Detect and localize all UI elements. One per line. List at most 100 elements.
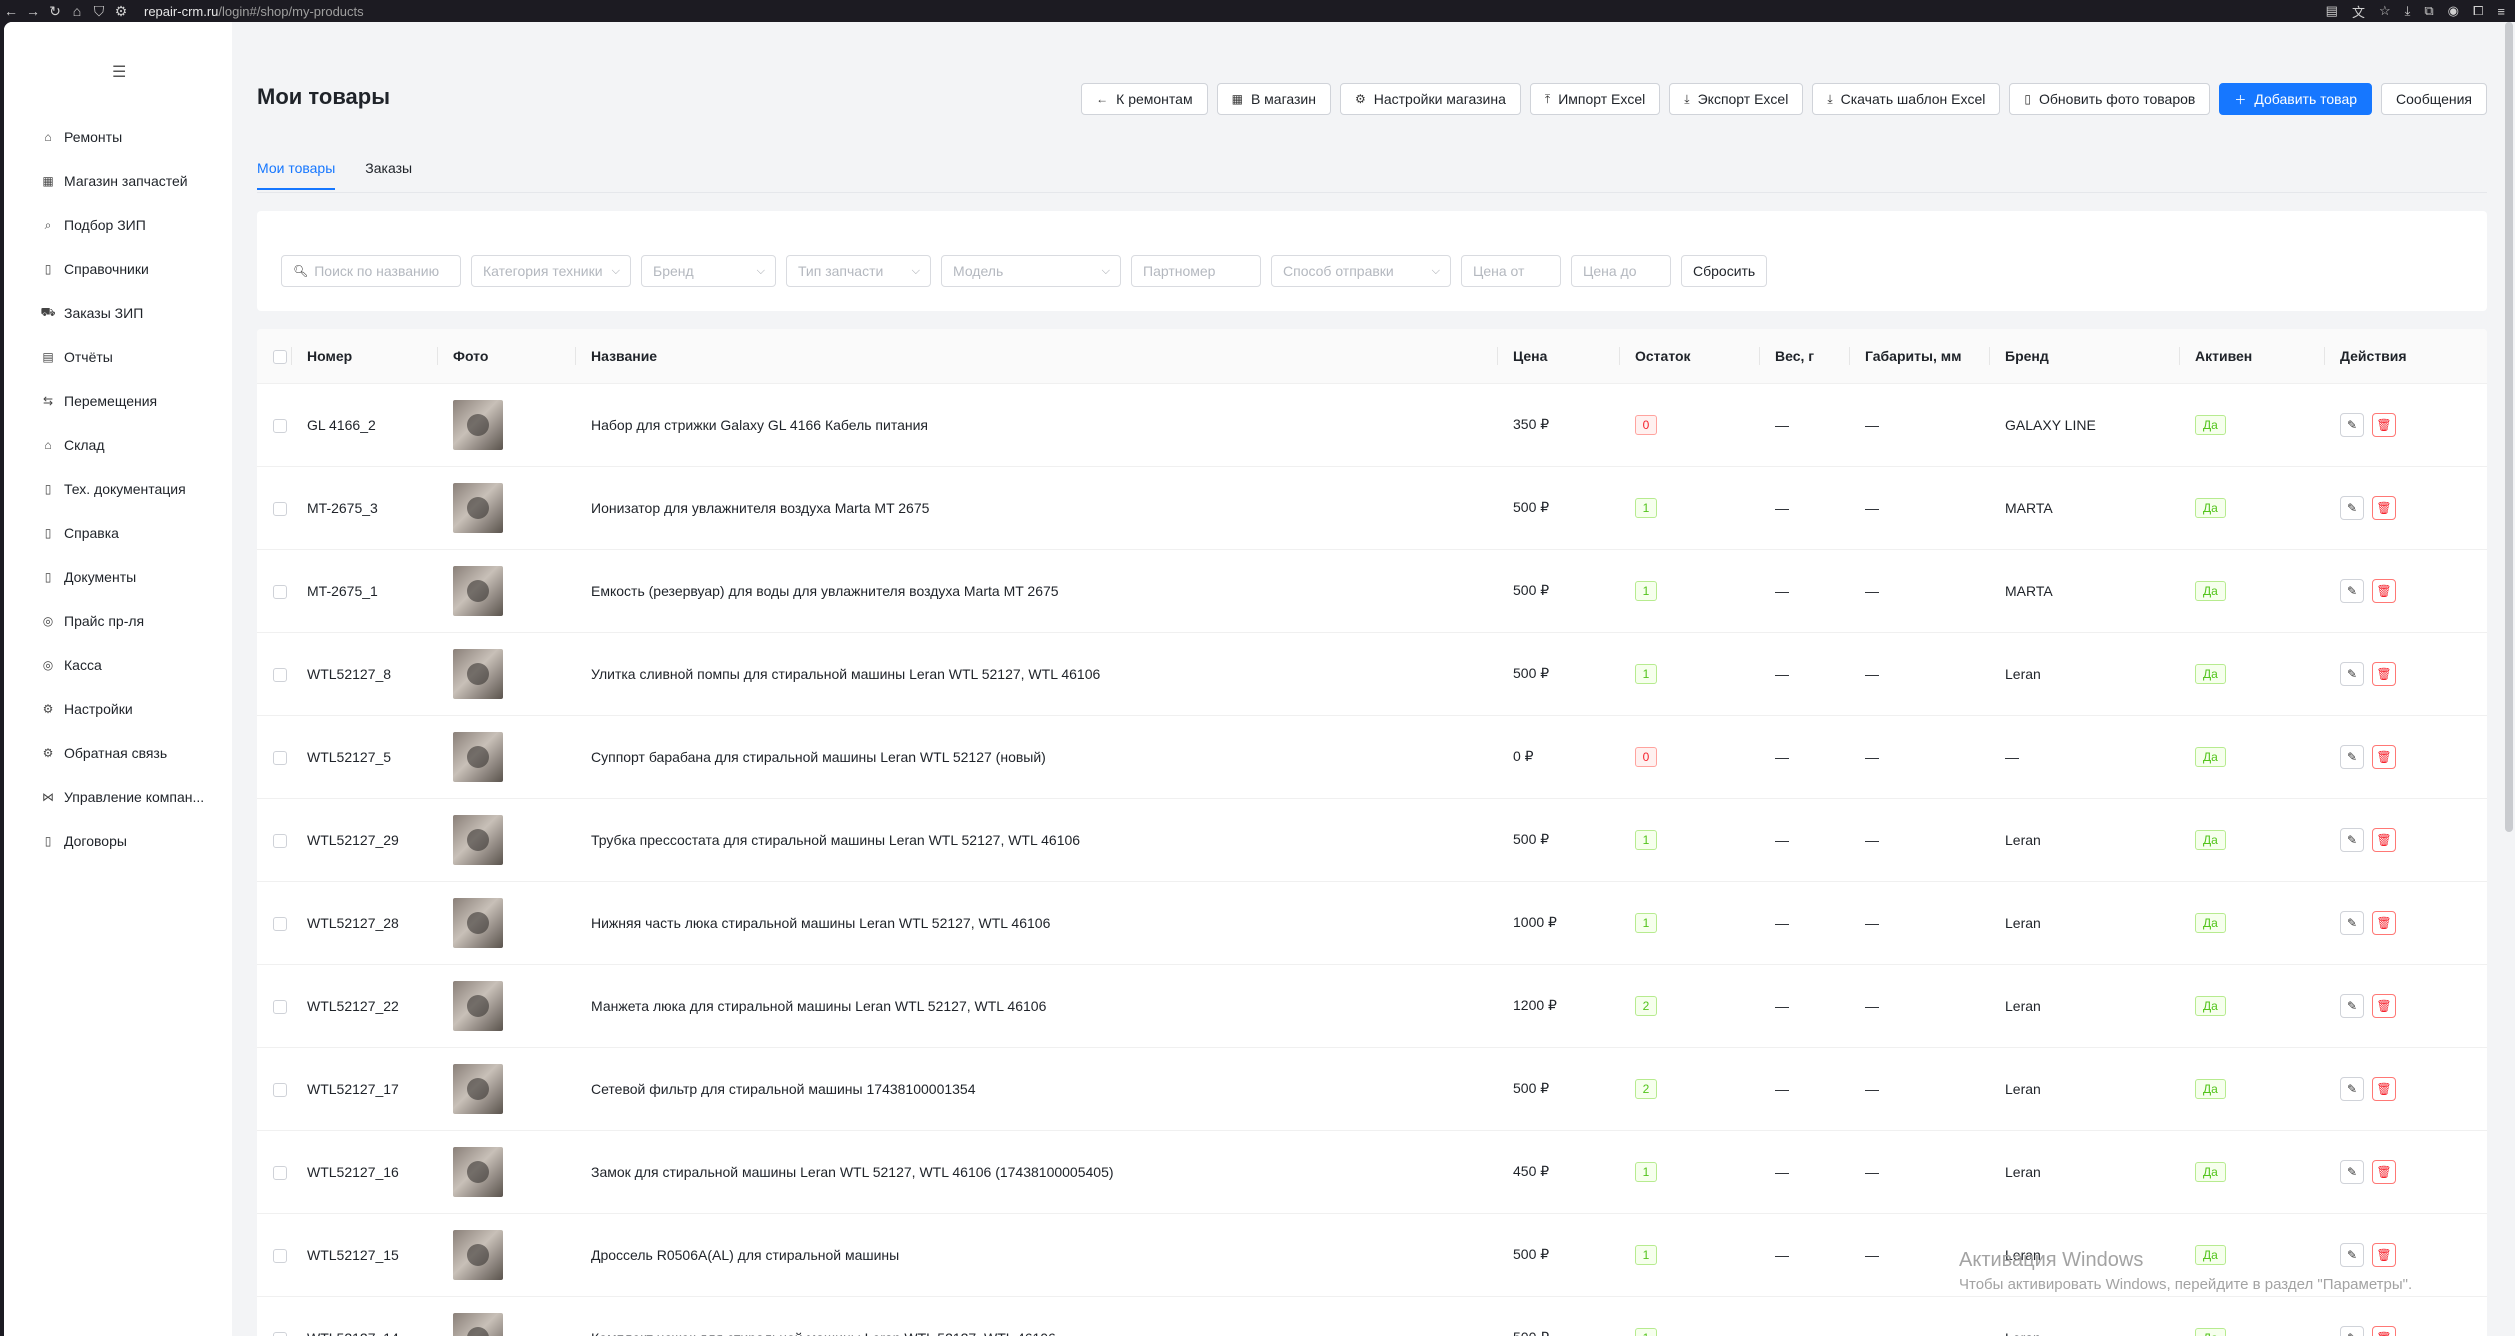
row-checkbox[interactable] [273, 1165, 287, 1180]
col-price[interactable]: Цена [1497, 329, 1619, 384]
table-row[interactable]: MT-2675_1 Емкость (резервуар) для воды д… [257, 549, 2487, 633]
sidebar-item-6[interactable]: ⇆ Перемещения [40, 379, 204, 423]
edit-icon[interactable]: ✎ [2340, 578, 2364, 603]
product-photo[interactable] [453, 1146, 503, 1197]
delete-icon[interactable]: 🗑︎ [2372, 993, 2396, 1018]
edit-icon[interactable]: ✎ [2340, 1325, 2364, 1336]
col-brand[interactable]: Бренд [1989, 329, 2179, 384]
delete-icon[interactable]: 🗑︎ [2372, 1159, 2396, 1184]
row-checkbox[interactable] [273, 1082, 287, 1097]
sidebar-item-5[interactable]: ▤ Отчёты [40, 335, 204, 379]
import-excel-button[interactable]: ⤒ Импорт Excel [1529, 83, 1661, 115]
delete-icon[interactable]: 🗑︎ [2372, 1325, 2396, 1336]
row-checkbox[interactable] [273, 584, 287, 599]
delete-icon[interactable]: 🗑︎ [2372, 744, 2396, 769]
product-photo[interactable] [453, 1312, 503, 1336]
row-checkbox[interactable] [273, 1331, 287, 1336]
delete-icon[interactable]: 🗑︎ [2372, 910, 2396, 935]
table-row[interactable]: GL 4166_2 Набор для стрижки Galaxy GL 41… [257, 383, 2487, 467]
row-checkbox[interactable] [273, 501, 287, 516]
edit-icon[interactable]: ✎ [2340, 412, 2364, 437]
table-row[interactable]: WTL52127_28 Нижняя часть люка стиральной… [257, 881, 2487, 965]
select-all-checkbox[interactable] [273, 349, 287, 364]
row-checkbox[interactable] [273, 750, 287, 765]
row-checkbox[interactable] [273, 667, 287, 682]
product-photo[interactable] [453, 897, 503, 948]
tab-my-products[interactable]: Мои товары [257, 160, 336, 190]
download-icon[interactable]: ⤓ [2405, 3, 2411, 19]
price-from-input[interactable]: Цена от [1461, 255, 1561, 287]
table-row[interactable]: WTL52127_8 Улитка сливной помпы для стир… [257, 632, 2487, 716]
product-photo[interactable] [453, 731, 503, 782]
edit-icon[interactable]: ✎ [2340, 910, 2364, 935]
sidebar-item-2[interactable]: ⌕ Подбор ЗИП [40, 203, 204, 247]
col-stock[interactable]: Остаток [1619, 329, 1759, 384]
price-to-input[interactable]: Цена до [1571, 255, 1671, 287]
sidebar-item-12[interactable]: ◎ Касса [40, 643, 204, 687]
col-number[interactable]: Номер [291, 329, 437, 384]
sidebar-item-13[interactable]: ⚙ Настройки [40, 687, 204, 731]
product-photo[interactable] [453, 1229, 503, 1280]
product-photo[interactable] [453, 482, 503, 533]
menu-icon[interactable]: ≡ [2497, 4, 2505, 19]
sidebar-item-15[interactable]: ⋈ Управление компан... [40, 775, 204, 819]
delete-icon[interactable]: 🗑︎ [2372, 827, 2396, 852]
sidebar-item-11[interactable]: ◎ Прайс пр-ля [40, 599, 204, 643]
row-checkbox[interactable] [273, 418, 287, 433]
table-row[interactable]: WTL52127_22 Манжета люка для стиральной … [257, 964, 2487, 1048]
add-product-button[interactable]: ＋ Добавить товар [2219, 83, 2373, 115]
row-checkbox[interactable] [273, 833, 287, 848]
reload-icon[interactable]: ↻ [44, 3, 66, 20]
sidebar-item-14[interactable]: ⚙ Обратная связь [40, 731, 204, 775]
home-browser-icon[interactable]: ⌂ [66, 3, 88, 19]
col-name[interactable]: Название [575, 329, 1497, 384]
delete-icon[interactable]: 🗑︎ [2372, 412, 2396, 437]
sidebar-item-0[interactable]: ⌂ Ремонты [40, 115, 204, 159]
row-checkbox[interactable] [273, 916, 287, 931]
sidebar-item-1[interactable]: ▦ Магазин запчастей [40, 159, 204, 203]
row-checkbox[interactable] [273, 1248, 287, 1263]
product-photo[interactable] [453, 648, 503, 699]
shield-icon[interactable]: ⛉ [88, 3, 110, 20]
to-repairs-button[interactable]: ← К ремонтам [1081, 83, 1208, 115]
account-icon[interactable]: ◉ [2448, 3, 2459, 19]
model-select[interactable]: Модель ⌵ [941, 255, 1121, 287]
update-photos-button[interactable]: ▯ Обновить фото товаров [2009, 83, 2211, 115]
table-row[interactable]: WTL52127_29 Трубка прессостата для стира… [257, 798, 2487, 882]
extensions-icon[interactable]: ⧠ [2473, 3, 2483, 19]
product-photo[interactable] [453, 399, 503, 450]
bookmark-star-icon[interactable]: ☆ [2379, 3, 2391, 19]
download-template-button[interactable]: ⤓ Скачать шаблон Excel [1812, 83, 2001, 115]
delete-icon[interactable]: 🗑︎ [2372, 1076, 2396, 1101]
shipping-select[interactable]: Способ отправки ⌵ [1271, 255, 1451, 287]
sidebar-item-3[interactable]: ▯ Справочники [40, 247, 204, 291]
sidebar-item-16[interactable]: ▯ Договоры [40, 819, 204, 863]
address-bar[interactable]: repair-crm.ru/login#/shop/my-products [144, 4, 364, 19]
shop-settings-button[interactable]: ⚙ Настройки магазина [1339, 83, 1521, 115]
part-type-select[interactable]: Тип запчасти ⌵ [786, 255, 931, 287]
delete-icon[interactable]: 🗑︎ [2372, 578, 2396, 603]
part-number-input[interactable]: Партномер [1131, 255, 1261, 287]
edit-icon[interactable]: ✎ [2340, 661, 2364, 686]
product-photo[interactable] [453, 980, 503, 1031]
messages-button[interactable]: Сообщения [2381, 83, 2487, 115]
edit-icon[interactable]: ✎ [2340, 993, 2364, 1018]
sidebar-item-4[interactable]: ⛟ Заказы ЗИП [40, 291, 204, 335]
tab-orders[interactable]: Заказы [365, 160, 412, 190]
reader-icon[interactable]: ▤ [2326, 3, 2338, 19]
sidebar-item-9[interactable]: ▯ Справка [40, 511, 204, 555]
reset-button[interactable]: Сбросить [1681, 255, 1768, 287]
sidebar-item-10[interactable]: ▯ Документы [40, 555, 204, 599]
forward-icon[interactable]: → [22, 3, 44, 19]
sidebar-item-8[interactable]: ▯ Тех. документация [40, 467, 204, 511]
site-settings-icon[interactable]: ⚙ [110, 3, 132, 20]
screenshot-icon[interactable]: ⧉ [2424, 3, 2433, 19]
category-select[interactable]: Категория техники ⌵ [471, 255, 631, 287]
product-photo[interactable] [453, 1063, 503, 1114]
translate-icon[interactable]: 文 [2352, 2, 2365, 21]
edit-icon[interactable]: ✎ [2340, 827, 2364, 852]
table-row[interactable]: MT-2675_3 Ионизатор для увлажнителя возд… [257, 466, 2487, 550]
page-scrollbar[interactable] [2505, 22, 2513, 832]
export-excel-button[interactable]: ⤓ Экспорт Excel [1669, 83, 1804, 115]
edit-icon[interactable]: ✎ [2340, 1159, 2364, 1184]
